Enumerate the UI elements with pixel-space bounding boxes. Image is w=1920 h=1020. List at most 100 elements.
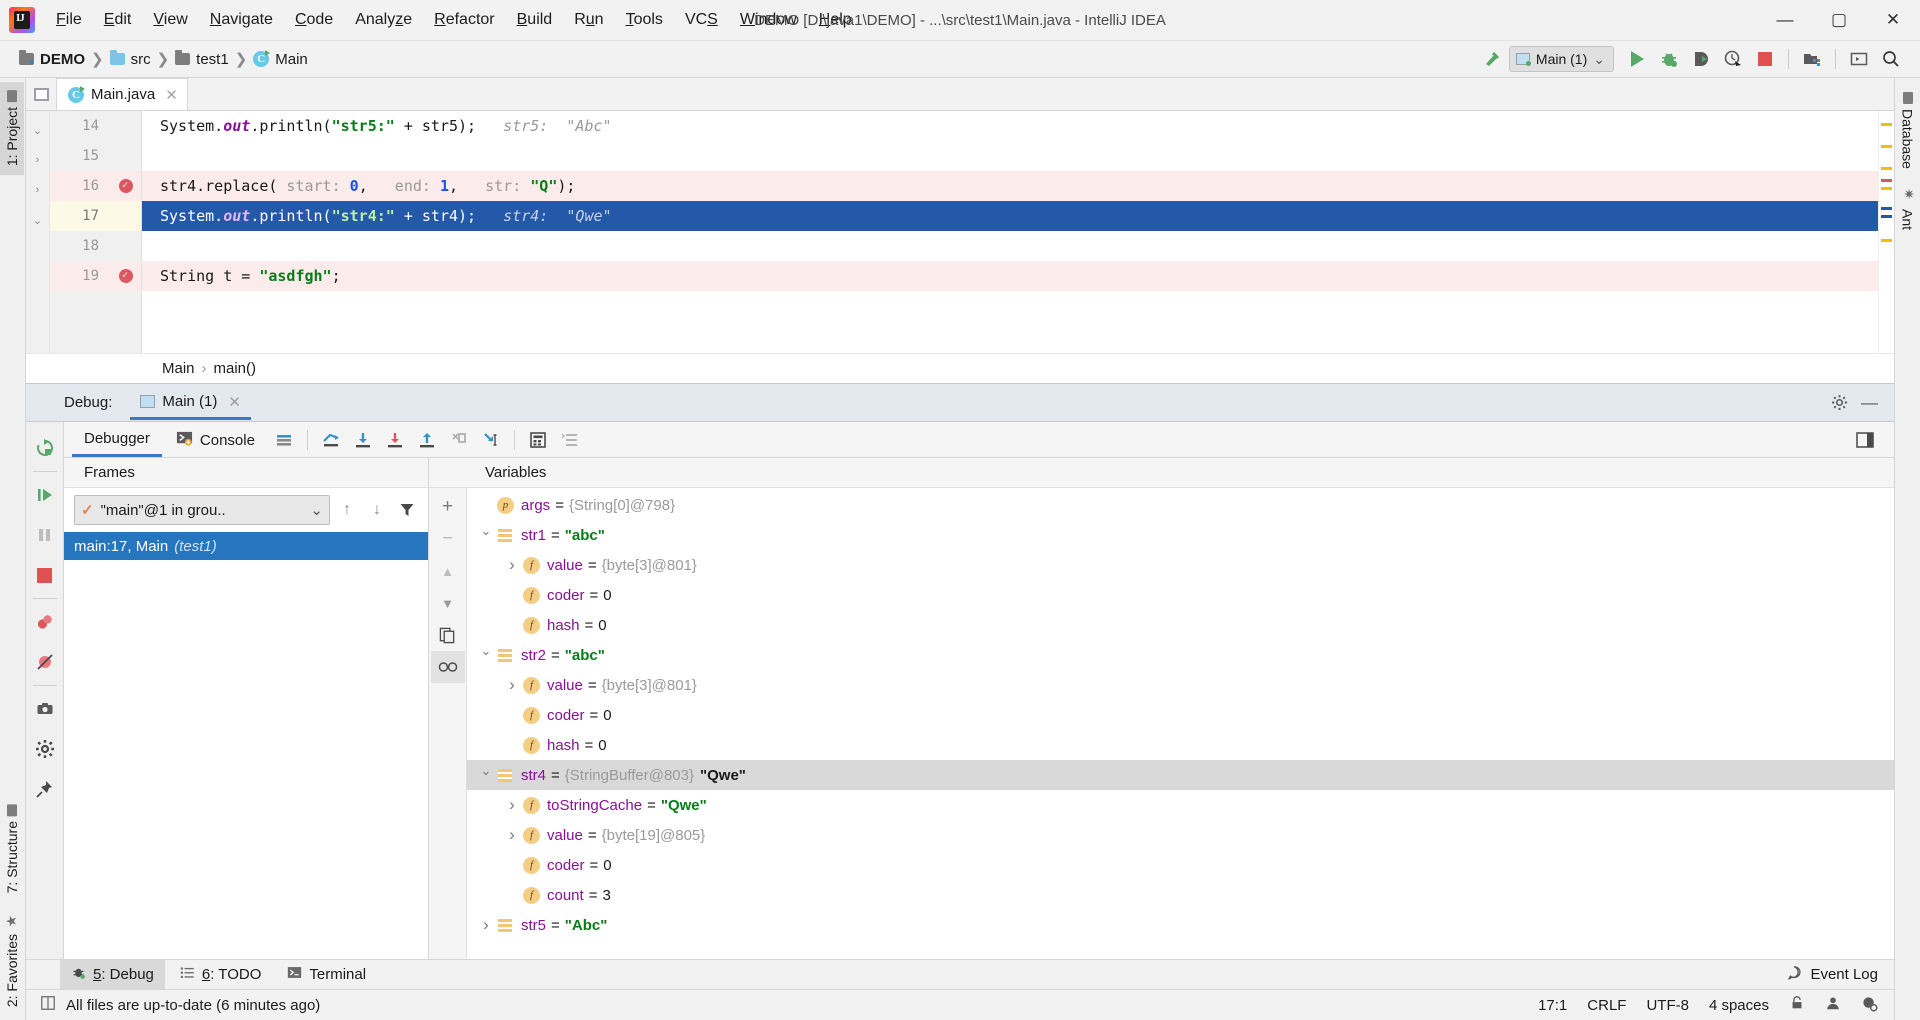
variable-row-args[interactable]: p args = {String[0]@798} [467, 490, 1894, 520]
code-line-15[interactable] [142, 141, 1878, 171]
gear-icon[interactable] [1831, 394, 1849, 412]
menu-view[interactable]: View [142, 7, 198, 33]
variable-row-str5[interactable]: str5="Abc" [467, 910, 1894, 940]
toolwindow-terminal[interactable]: Terminal [276, 960, 377, 989]
sidebar-item-project[interactable]: 1: Project [0, 82, 24, 176]
force-step-into-icon[interactable] [444, 427, 474, 453]
variable-row-str2[interactable]: str2="abc" [467, 640, 1894, 670]
chevron-closed-icon[interactable] [475, 915, 497, 935]
close-icon[interactable]: ✕ [228, 393, 241, 411]
fold-marker[interactable]: ⌄ [26, 115, 49, 145]
user-icon[interactable] [1825, 995, 1841, 1015]
pause-program-icon[interactable] [26, 515, 64, 555]
gutter-slot[interactable] [110, 231, 141, 261]
resume-program-icon[interactable] [26, 475, 64, 515]
breadcrumb-method-name[interactable]: main() [214, 360, 257, 377]
minimize-icon[interactable]: — [1861, 394, 1878, 411]
variable-row-value[interactable]: fvalue={byte[19]@805} [467, 820, 1894, 850]
close-icon[interactable]: ✕ [165, 86, 178, 104]
menu-vcs[interactable]: VCS [674, 7, 729, 33]
menu-run[interactable]: Run [563, 7, 614, 33]
evaluate-expression-icon[interactable] [523, 427, 553, 453]
step-out-icon[interactable] [412, 427, 442, 453]
code-line-17[interactable]: System.out.println("str4:" + str4); str4… [142, 201, 1878, 231]
variable-row-hash[interactable]: f hash = 0 [467, 730, 1894, 760]
breadcrumb-src[interactable]: src [105, 49, 156, 70]
chevron-closed-icon[interactable] [501, 555, 523, 575]
code-line-16[interactable]: str4.replace( start: 0, end: 1, str: "Q"… [142, 171, 1878, 201]
sidebar-item-favorites[interactable]: 2: Favorites ★ [0, 903, 24, 1016]
gutter-slot[interactable] [110, 201, 141, 231]
frame-down-button[interactable]: ↓ [364, 497, 390, 523]
stop-icon[interactable] [26, 555, 64, 595]
fold-marker[interactable]: › [26, 175, 49, 205]
lock-icon[interactable] [1789, 995, 1805, 1015]
get-thread-dump-icon[interactable] [26, 689, 64, 729]
run-to-cursor-icon[interactable] [476, 427, 506, 453]
chevron-open-icon[interactable] [475, 647, 497, 663]
watches-icon[interactable] [555, 427, 585, 453]
project-structure-icon[interactable] [1797, 45, 1827, 73]
tab-console[interactable]: Console [164, 422, 267, 458]
frame-row-main[interactable]: main:17, Main (test1) [64, 532, 428, 560]
close-button[interactable]: ✕ [1866, 0, 1920, 41]
chevron-closed-icon[interactable] [501, 795, 523, 815]
settings-icon[interactable] [26, 729, 64, 769]
stop-icon[interactable] [1750, 45, 1780, 73]
variable-row-coder[interactable]: f coder = 0 [467, 850, 1894, 880]
variables-list[interactable]: pargs={String[0]@798}str1="abc"fvalue={b… [467, 488, 1894, 959]
line-separator[interactable]: CRLF [1587, 997, 1626, 1014]
rerun-icon[interactable] [26, 428, 64, 468]
toolwindow-debug[interactable]: 5: Debug [60, 960, 165, 989]
mute-breakpoints-icon[interactable] [26, 642, 64, 682]
code-line-14[interactable]: System.out.println("str5:" + str5); str5… [142, 111, 1878, 141]
menu-file[interactable]: File [45, 7, 93, 33]
run-with-coverage-icon[interactable] [1686, 45, 1716, 73]
file-encoding[interactable]: UTF-8 [1646, 997, 1689, 1014]
code-area[interactable]: System.out.println("str5:" + str5); str5… [142, 111, 1878, 353]
menu-refactor[interactable]: Refactor [423, 7, 505, 33]
frame-up-button[interactable]: ↑ [334, 497, 360, 523]
menu-code[interactable]: Code [284, 7, 344, 33]
breakpoint-gutter[interactable] [110, 111, 142, 353]
sidebar-item-structure[interactable]: 7: Structure [0, 796, 24, 902]
chevron-closed-icon[interactable] [501, 675, 523, 695]
menu-edit[interactable]: Edit [93, 7, 143, 33]
run-configuration-selector[interactable]: Main (1) ⌄ [1508, 46, 1614, 72]
chevron-open-icon[interactable] [475, 767, 497, 783]
menu-analyze[interactable]: Analyze [344, 7, 423, 33]
gutter-slot[interactable] [110, 141, 141, 171]
layout-settings-icon[interactable] [269, 427, 299, 453]
variable-row-coder[interactable]: f coder = 0 [467, 580, 1894, 610]
pin-tab-icon[interactable] [26, 769, 64, 809]
editor-tab-main-java[interactable]: C Main.java ✕ [56, 78, 188, 110]
indent-setting[interactable]: 4 spaces [1709, 997, 1769, 1014]
fold-marker[interactable]: ⌄ [26, 205, 49, 235]
breadcrumb-package[interactable]: test1 [170, 49, 234, 70]
view-breakpoints-icon[interactable] [26, 602, 64, 642]
chevron-open-icon[interactable] [475, 527, 497, 543]
remove-watch-button[interactable]: − [431, 523, 465, 555]
restore-layout-icon[interactable] [1850, 427, 1880, 453]
menu-bar[interactable]: File Edit View Navigate Code Analyze Ref… [45, 7, 863, 33]
variable-row-hash[interactable]: f hash = 0 [467, 610, 1894, 640]
show-execution-point-icon[interactable] [316, 427, 346, 453]
code-line-19[interactable]: String t = "asdfgh"; [142, 261, 1878, 291]
terminal-icon[interactable] [1844, 45, 1874, 73]
maximize-button[interactable]: ▢ [1812, 0, 1866, 41]
search-everywhere-icon[interactable] [1876, 45, 1906, 73]
gutter-slot[interactable] [110, 111, 141, 141]
move-down-button[interactable]: ▼ [431, 587, 465, 619]
menu-window[interactable]: Window [729, 7, 808, 33]
inspections-icon[interactable] [1861, 995, 1878, 1016]
fold-column[interactable]: ⌄ › › ⌄ [26, 111, 50, 353]
step-over-icon[interactable] [348, 427, 378, 453]
chevron-closed-icon[interactable] [501, 825, 523, 845]
breakpoint-icon[interactable] [110, 171, 141, 201]
sidebar-item-database[interactable]: Database [1896, 84, 1920, 178]
variable-row-str4[interactable]: str4={StringBuffer@803} "Qwe" [467, 760, 1894, 790]
menu-tools[interactable]: Tools [615, 7, 674, 33]
debug-session-tab[interactable]: Main (1) ✕ [130, 386, 251, 420]
hide-tool-window-icon[interactable] [26, 78, 56, 110]
move-up-button[interactable]: ▲ [431, 555, 465, 587]
